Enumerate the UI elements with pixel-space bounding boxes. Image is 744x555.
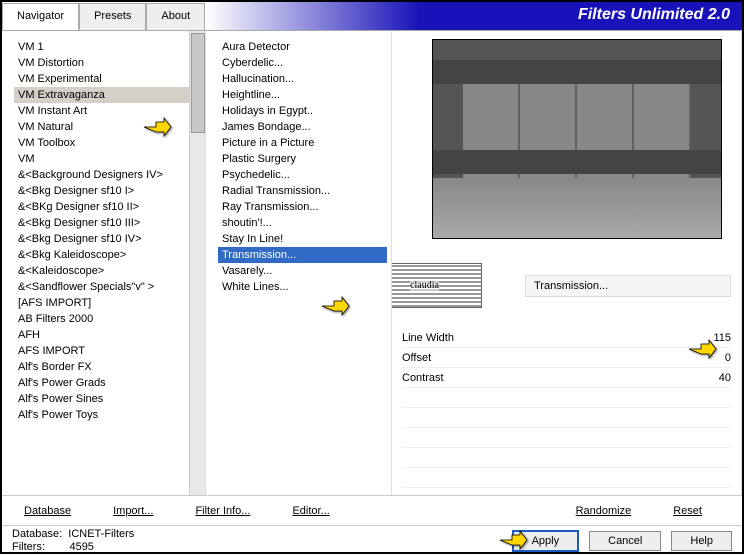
- param-name: Contrast: [402, 372, 691, 384]
- param-name: Offset: [402, 352, 691, 364]
- tab-about[interactable]: About: [146, 3, 205, 30]
- filter-item[interactable]: Aura Detector: [218, 39, 387, 55]
- filter-item[interactable]: White Lines...: [218, 279, 387, 295]
- param-value: 0: [691, 352, 731, 364]
- parameter-panel: Line Width115Offset0Contrast40: [402, 328, 731, 488]
- randomize-link[interactable]: Randomize: [564, 501, 644, 521]
- category-item[interactable]: VM Natural: [14, 119, 201, 135]
- category-item[interactable]: VM: [14, 151, 201, 167]
- category-list[interactable]: VM 1VM DistortionVM ExperimentalVM Extra…: [2, 31, 205, 495]
- category-scrollbar[interactable]: [189, 31, 205, 495]
- filter-item[interactable]: Radial Transmission...: [218, 183, 387, 199]
- category-item[interactable]: &<Background Designers IV>: [14, 167, 201, 183]
- editor-link[interactable]: Editor...: [280, 501, 341, 521]
- filter-item[interactable]: shoutin'!...: [218, 215, 387, 231]
- param-row: [402, 428, 731, 448]
- param-row: [402, 408, 731, 428]
- category-item[interactable]: VM Distortion: [14, 55, 201, 71]
- category-item[interactable]: VM 1: [14, 39, 201, 55]
- scroll-thumb[interactable]: [191, 33, 205, 133]
- category-item[interactable]: &<Bkg Kaleidoscope>: [14, 247, 201, 263]
- category-item[interactable]: [AFS IMPORT]: [14, 295, 201, 311]
- filter-item[interactable]: Picture in a Picture: [218, 135, 387, 151]
- filter-item[interactable]: Heightline...: [218, 87, 387, 103]
- cancel-button[interactable]: Cancel: [589, 531, 661, 551]
- status-bar: Database: ICNET-Filters Filters: 4595: [12, 528, 502, 554]
- filter-item[interactable]: Plastic Surgery: [218, 151, 387, 167]
- param-value: 40: [691, 372, 731, 384]
- param-row: [402, 448, 731, 468]
- filter-item[interactable]: Psychedelic...: [218, 167, 387, 183]
- watermark-logo: claudia: [392, 263, 482, 308]
- filter-item[interactable]: Ray Transmission...: [218, 199, 387, 215]
- tab-navigator[interactable]: Navigator: [2, 3, 79, 30]
- apply-button[interactable]: Apply: [512, 530, 580, 552]
- window-title: Filters Unlimited 2.0: [205, 2, 742, 30]
- param-row[interactable]: Offset0: [402, 348, 731, 368]
- category-item[interactable]: Alf's Border FX: [14, 359, 201, 375]
- category-item[interactable]: &<Bkg Designer sf10 IV>: [14, 231, 201, 247]
- param-row[interactable]: Contrast40: [402, 368, 731, 388]
- filter-info-link[interactable]: Filter Info...: [183, 501, 262, 521]
- category-item[interactable]: Alf's Power Toys: [14, 407, 201, 423]
- filter-item[interactable]: Hallucination...: [218, 71, 387, 87]
- filter-item[interactable]: Cyberdelic...: [218, 55, 387, 71]
- param-name: Line Width: [402, 332, 691, 344]
- category-item[interactable]: AFH: [14, 327, 201, 343]
- param-row: [402, 388, 731, 408]
- category-item[interactable]: Alf's Power Sines: [14, 391, 201, 407]
- category-item[interactable]: &<Sandflower Specials"v" >: [14, 279, 201, 295]
- category-item[interactable]: VM Toolbox: [14, 135, 201, 151]
- help-button[interactable]: Help: [671, 531, 732, 551]
- category-item[interactable]: AB Filters 2000: [14, 311, 201, 327]
- category-item[interactable]: VM Experimental: [14, 71, 201, 87]
- import-link[interactable]: Import...: [101, 501, 165, 521]
- filter-list[interactable]: Aura DetectorCyberdelic...Hallucination.…: [206, 31, 391, 495]
- filter-item[interactable]: Transmission...: [218, 247, 387, 263]
- preview-image: [432, 39, 722, 239]
- category-item[interactable]: &<Kaleidoscope>: [14, 263, 201, 279]
- tab-bar: Navigator Presets About: [2, 2, 205, 30]
- current-filter-label: Transmission...: [525, 275, 731, 297]
- category-item[interactable]: &<Bkg Designer sf10 III>: [14, 215, 201, 231]
- filter-item[interactable]: James Bondage...: [218, 119, 387, 135]
- category-item[interactable]: &<BKg Designer sf10 II>: [14, 199, 201, 215]
- param-row[interactable]: Line Width115: [402, 328, 731, 348]
- category-item[interactable]: VM Extravaganza: [14, 87, 201, 103]
- filter-item[interactable]: Holidays in Egypt..: [218, 103, 387, 119]
- filter-item[interactable]: Stay In Line!: [218, 231, 387, 247]
- category-item[interactable]: AFS IMPORT: [14, 343, 201, 359]
- category-item[interactable]: &<Bkg Designer sf10 I>: [14, 183, 201, 199]
- tab-presets[interactable]: Presets: [79, 3, 146, 30]
- category-item[interactable]: VM Instant Art: [14, 103, 201, 119]
- category-item[interactable]: Alf's Power Grads: [14, 375, 201, 391]
- param-row: [402, 468, 731, 488]
- filter-item[interactable]: Vasarely...: [218, 263, 387, 279]
- param-value: 115: [691, 332, 731, 344]
- reset-link[interactable]: Reset: [661, 501, 714, 521]
- database-link[interactable]: Database: [12, 501, 83, 521]
